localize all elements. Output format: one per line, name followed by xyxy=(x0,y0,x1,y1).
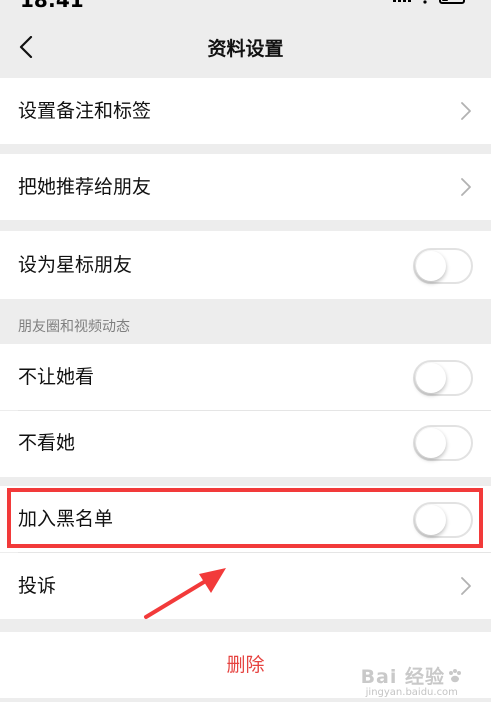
watermark-logo: Bai 经验 xyxy=(361,662,463,689)
watermark-url: jingyan.baidu.com xyxy=(365,687,458,698)
watermark: Bai 经验 jingyan.baidu.com xyxy=(361,662,463,698)
annotation-arrow xyxy=(144,568,226,619)
paw-icon xyxy=(449,668,461,682)
watermark-logo-text: Bai 经验 xyxy=(360,666,445,688)
